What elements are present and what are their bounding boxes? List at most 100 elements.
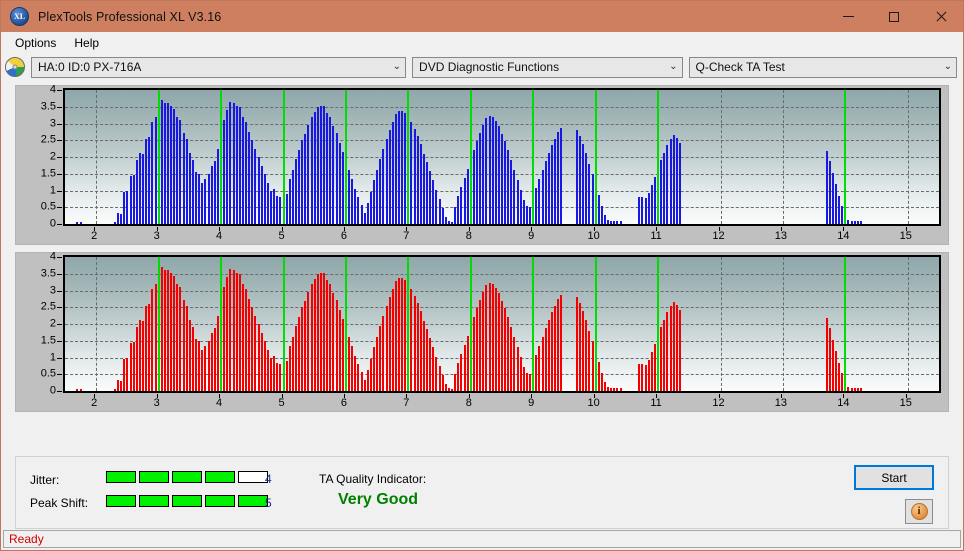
- chart-bar: [189, 153, 191, 224]
- minimize-button[interactable]: [825, 1, 871, 32]
- chart-bar: [679, 310, 681, 391]
- chart-bar: [479, 133, 481, 224]
- chart-bar: [395, 281, 397, 391]
- chart-bar: [613, 388, 615, 391]
- chart-bar: [217, 149, 219, 224]
- chart-bar: [429, 171, 431, 224]
- maximize-button[interactable]: [871, 1, 917, 32]
- close-button[interactable]: [917, 1, 963, 32]
- chart-bar: [198, 341, 200, 391]
- chart-bar: [395, 114, 397, 224]
- chart-bar: [442, 208, 444, 224]
- chart-bar: [139, 320, 141, 391]
- chart-bar: [211, 333, 213, 391]
- chart-bar: [80, 389, 82, 391]
- chart-bar: [489, 116, 491, 224]
- chart-bar: [186, 306, 188, 391]
- chart-bar: [492, 284, 494, 391]
- chart-bar: [838, 196, 840, 224]
- marker-line: [407, 257, 409, 391]
- info-button[interactable]: i: [905, 499, 933, 524]
- chart-bar: [613, 221, 615, 224]
- chart-bar: [136, 160, 138, 224]
- y-tick: [57, 374, 62, 375]
- chart-bar: [679, 143, 681, 224]
- chart-bar: [513, 337, 515, 391]
- chart-bar: [641, 364, 643, 391]
- chart-bar: [476, 141, 478, 224]
- y-tick-label: 4: [50, 252, 56, 263]
- chart-bar: [289, 179, 291, 224]
- chart-bar: [673, 302, 675, 391]
- marker-line: [532, 257, 534, 391]
- x-tick-label: 11: [650, 231, 661, 242]
- menu-bar: Options Help: [1, 32, 963, 53]
- chart-bar: [286, 194, 288, 224]
- chart-bar: [638, 364, 640, 391]
- chart-bar: [857, 221, 859, 224]
- chart-bar: [251, 140, 253, 224]
- chart-bar: [860, 221, 862, 224]
- chart-bar: [663, 153, 665, 224]
- y-tick: [57, 107, 62, 108]
- chart-bar: [554, 306, 556, 391]
- chart-bar: [195, 339, 197, 391]
- x-tick-label: 3: [154, 231, 160, 242]
- maximize-icon: [889, 12, 899, 22]
- chart-bar: [542, 170, 544, 224]
- marker-line: [595, 257, 597, 391]
- disc-icon: [5, 57, 25, 77]
- chart-bar: [548, 320, 550, 391]
- chart-bar: [517, 347, 519, 391]
- chart-bar: [311, 117, 313, 224]
- chart-bar: [295, 326, 297, 391]
- chart-bar: [448, 388, 450, 391]
- chart-bar: [130, 176, 132, 224]
- chart-bar: [155, 284, 157, 391]
- function-select[interactable]: DVD Diagnostic Functions ⌄: [412, 57, 682, 78]
- jitter-chart-y-axis: 00.511.522.533.54: [16, 88, 62, 226]
- menu-item-options[interactable]: Options: [7, 34, 64, 52]
- chart-bar: [242, 284, 244, 391]
- chart-bar: [588, 164, 590, 224]
- x-tick-label: 15: [900, 398, 912, 409]
- chart-bar: [557, 132, 559, 224]
- drive-select[interactable]: HA:0 ID:0 PX-716A ⌄: [31, 57, 406, 78]
- chart-bar: [307, 125, 309, 224]
- chart-bar: [660, 160, 662, 224]
- chart-bar: [155, 117, 157, 224]
- chart-bar: [379, 159, 381, 224]
- y-tick-label: 3: [50, 285, 56, 296]
- x-tick-label: 12: [712, 398, 724, 409]
- chart-bar: [311, 284, 313, 391]
- chart-bar: [401, 111, 403, 224]
- chart-bar: [176, 117, 178, 224]
- chart-bar: [323, 106, 325, 224]
- peak-shift-chart-x-axis: 23456789101112131415: [63, 394, 941, 412]
- chart-bar: [426, 329, 428, 391]
- close-icon: [935, 11, 946, 22]
- test-select[interactable]: Q-Check TA Test ⌄: [689, 57, 958, 78]
- chart-bar: [401, 278, 403, 391]
- y-tick: [57, 207, 62, 208]
- chart-bar: [838, 363, 840, 391]
- ta-quality-label: TA Quality Indicator:: [319, 472, 426, 486]
- chart-bar: [120, 214, 122, 224]
- chart-bar: [560, 128, 562, 224]
- chart-bar: [130, 343, 132, 391]
- chart-bar: [392, 289, 394, 391]
- marker-line: [345, 257, 347, 391]
- chevron-down-icon: ⌄: [663, 62, 677, 72]
- marker-line: [470, 257, 472, 391]
- start-button[interactable]: Start: [855, 466, 933, 489]
- menu-item-help[interactable]: Help: [66, 34, 107, 52]
- marker-line: [844, 90, 846, 224]
- chart-bar: [582, 311, 584, 391]
- chart-bar: [167, 103, 169, 224]
- y-tick: [57, 257, 62, 258]
- chart-bar: [604, 382, 606, 391]
- y-tick: [57, 157, 62, 158]
- x-tick-label: 6: [341, 231, 347, 242]
- chart-bar: [666, 312, 668, 391]
- x-tick-label: 7: [403, 398, 409, 409]
